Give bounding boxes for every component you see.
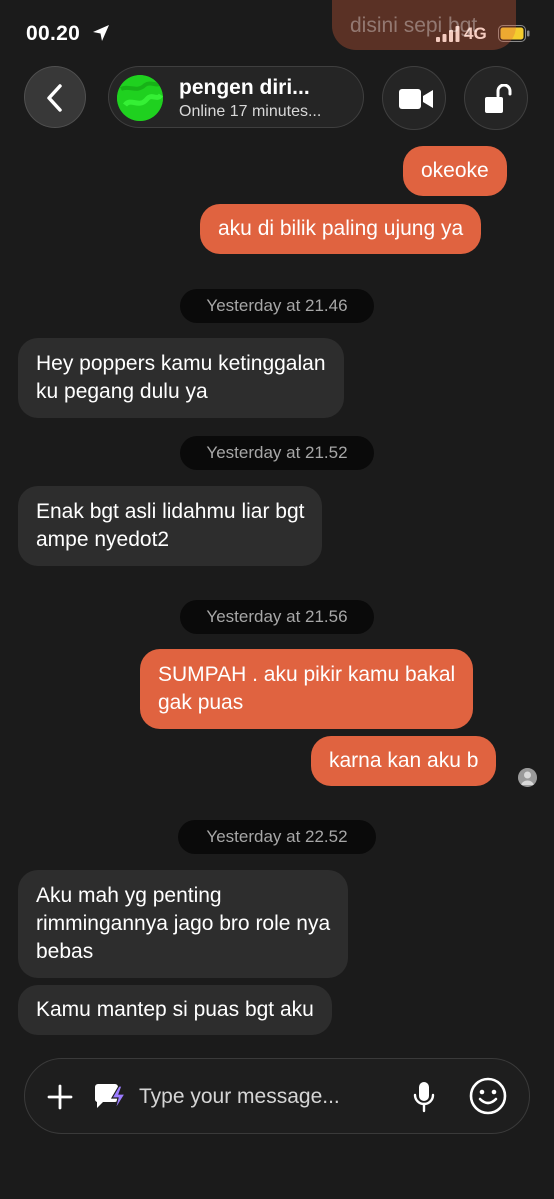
video-call-icon [399,89,433,109]
previous-message-bubble: disini sepi bgt [332,0,516,50]
outgoing-message[interactable]: SUMPAH . aku pikir kamu bakal gak puas [140,649,474,729]
unlock-button[interactable] [464,66,528,130]
incoming-message[interactable]: Aku mah yg penting rimmingannya jago bro… [18,870,349,978]
location-arrow-icon [93,25,109,41]
avatar [117,75,163,121]
timestamp-badge: Yesterday at 21.56 [180,600,374,634]
incoming-message[interactable]: Hey poppers kamu ketinggalan ku pegang d… [18,338,344,418]
contact-status: Online 17 minutes... [179,103,322,120]
emoji-icon[interactable] [469,1077,507,1115]
unlock-icon [485,84,512,113]
contact-header[interactable]: pengen diri... Online 17 minutes... [108,66,364,128]
plus-icon[interactable] [47,1084,73,1110]
message-composer [24,1058,530,1134]
outgoing-message[interactable]: karna kan aku b [311,736,497,786]
video-call-button[interactable] [382,66,446,130]
timestamp-badge: Yesterday at 21.46 [180,289,374,323]
read-receipt-avatar [518,768,537,787]
message-input[interactable] [139,1081,399,1113]
incoming-message[interactable]: Enak bgt asli lidahmu liar bgt ampe nyed… [18,486,323,566]
microphone-icon[interactable] [413,1081,435,1113]
incoming-message[interactable]: Kamu mantep si puas bgt aku [18,985,332,1035]
outgoing-message[interactable]: aku di bilik paling ujung ya [200,204,482,254]
outgoing-message[interactable]: okeoke [403,146,507,196]
back-chevron-icon [47,84,62,112]
status-time: 00.20 [26,22,81,45]
timestamp-badge: Yesterday at 22.52 [178,820,376,854]
back-button[interactable] [24,66,86,128]
spark-message-icon[interactable] [93,1083,127,1111]
timestamp-badge: Yesterday at 21.52 [180,436,374,470]
contact-name: pengen diri... [179,76,310,99]
